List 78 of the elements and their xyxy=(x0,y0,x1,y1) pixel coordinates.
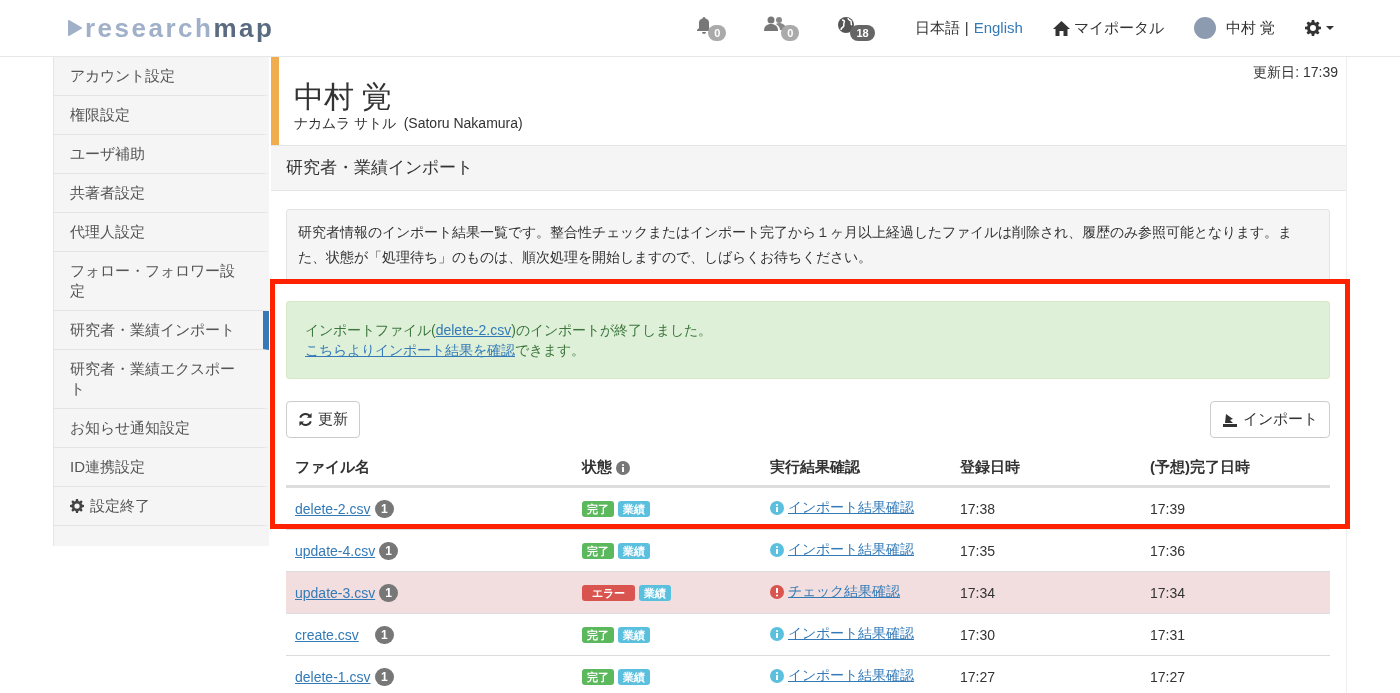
table-cell: 17:38 xyxy=(960,500,996,517)
result-link[interactable]: インポート結果確認 xyxy=(788,541,914,559)
table-cell: 17:35 xyxy=(960,542,996,559)
user-menu[interactable]: 中村 覚 xyxy=(1193,17,1275,39)
count-badge: 0 xyxy=(708,25,727,41)
file-link[interactable]: update-4.csv xyxy=(295,542,376,559)
category-label: 業績 xyxy=(618,669,650,685)
site-logo[interactable]: researchmap xyxy=(68,12,275,44)
result-link[interactable]: インポート結果確認 xyxy=(788,667,914,685)
import-icon xyxy=(1222,412,1238,427)
count-badge: 1 xyxy=(379,583,398,602)
sidebar-item[interactable]: フォロー・フォロワー設定 xyxy=(54,252,269,311)
result-link[interactable]: インポート結果確認 xyxy=(788,499,914,517)
portal-link[interactable]: マイポータル xyxy=(1052,18,1164,38)
success-alert: インポートファイル(delete-2.csv)のインポートが終了しました。 こちらよりインポート結果を確認できます。 xyxy=(286,301,1330,379)
file-link[interactable]: create.csv xyxy=(295,626,371,643)
count-badge: 0 xyxy=(781,25,800,41)
sidebar-item[interactable]: 共著者設定 xyxy=(54,174,269,213)
sidebar-item[interactable]: 研究者・業績エクスポート xyxy=(54,350,269,409)
category-label: 業績 xyxy=(618,627,650,643)
updated-date: 更新日: 17:39 xyxy=(1253,64,1338,82)
info-icon xyxy=(616,460,630,475)
table-cell: 17:30 xyxy=(960,626,996,643)
table-cell: 17:27 xyxy=(1150,668,1186,685)
table-cell: 17:31 xyxy=(1150,626,1186,643)
category-label: 業績 xyxy=(639,585,671,601)
sidebar-item[interactable]: 権限設定 xyxy=(54,96,269,135)
sidebar-item[interactable]: お知らせ通知設定 xyxy=(54,409,269,448)
column-header: 状態 xyxy=(582,458,612,477)
table-cell: 17:34 xyxy=(1150,584,1186,601)
sidebar-item[interactable]: アカウント設定 xyxy=(54,57,269,96)
table-cell: 17:36 xyxy=(1150,542,1186,559)
table-cell: 17:27 xyxy=(960,668,996,685)
column-header: 実行結果確認 xyxy=(770,458,860,477)
home-icon xyxy=(1052,20,1070,36)
globe-icon[interactable] xyxy=(837,16,856,34)
column-header: ファイル名 xyxy=(295,458,370,477)
count-badge: 1 xyxy=(379,541,398,560)
sidebar-item[interactable]: 設定終了 xyxy=(54,487,269,526)
sidebar-item[interactable]: 研究者・業績インポート xyxy=(54,311,269,350)
users-icon[interactable] xyxy=(764,16,787,32)
separator: | xyxy=(964,18,969,38)
file-link[interactable]: delete-1.csv xyxy=(295,668,371,685)
count-badge: 1 xyxy=(375,499,394,518)
count-badge: 1 xyxy=(375,625,394,644)
status-label: 完了 xyxy=(582,669,614,685)
status-label: 完了 xyxy=(582,543,614,559)
column-header: (予想)完了日時 xyxy=(1150,458,1250,477)
table-cell: 17:34 xyxy=(960,584,996,601)
language-link[interactable]: English xyxy=(973,18,1023,38)
status-label: 完了 xyxy=(582,627,614,643)
profile-name: 中村 覚 xyxy=(294,80,393,113)
profile-reading: ナカムラ サトル (Satoru Nakamura) xyxy=(294,115,523,133)
status-label: エラー xyxy=(582,585,635,601)
gear-icon xyxy=(1305,20,1321,36)
gear-icon xyxy=(70,499,84,513)
import-button[interactable]: インポート xyxy=(1210,401,1330,438)
section-header: 研究者・業績インポート xyxy=(271,145,1346,191)
category-label: 業績 xyxy=(618,501,650,517)
settings-menu[interactable] xyxy=(1305,20,1334,36)
file-link[interactable]: delete-2.csv xyxy=(295,500,371,517)
refresh-icon xyxy=(298,412,313,427)
description-text: 研究者情報のインポート結果一覧です。整合性チェックまたはインポート完了から１ヶ月以上経過したファイルは削除され、履歴のみ参照可能となります。また、状態が「処理待ち」のものは、順次処理を開始しますので、しばらくお待ちください。 xyxy=(286,209,1330,281)
file-link[interactable]: delete-2.csv xyxy=(435,322,512,338)
sidebar-item[interactable]: ID連携設定 xyxy=(54,448,269,487)
language-link[interactable]: 日本語 xyxy=(914,18,960,38)
count-badge: 18 xyxy=(850,25,875,41)
table-cell: 17:39 xyxy=(1150,500,1186,517)
sidebar-item[interactable]: 代理人設定 xyxy=(54,213,269,252)
refresh-button[interactable]: 更新 xyxy=(286,401,360,438)
result-link[interactable]: こちらよりインポート結果を確認 xyxy=(305,342,515,358)
status-label: 完了 xyxy=(582,501,614,517)
column-header: 登録日時 xyxy=(960,458,1020,477)
category-label: 業績 xyxy=(618,543,650,559)
sidebar-item[interactable]: ユーザ補助 xyxy=(54,135,269,174)
count-badge: 1 xyxy=(375,667,394,686)
file-link[interactable]: update-3.csv xyxy=(295,584,376,601)
result-link[interactable]: インポート結果確認 xyxy=(788,625,914,643)
